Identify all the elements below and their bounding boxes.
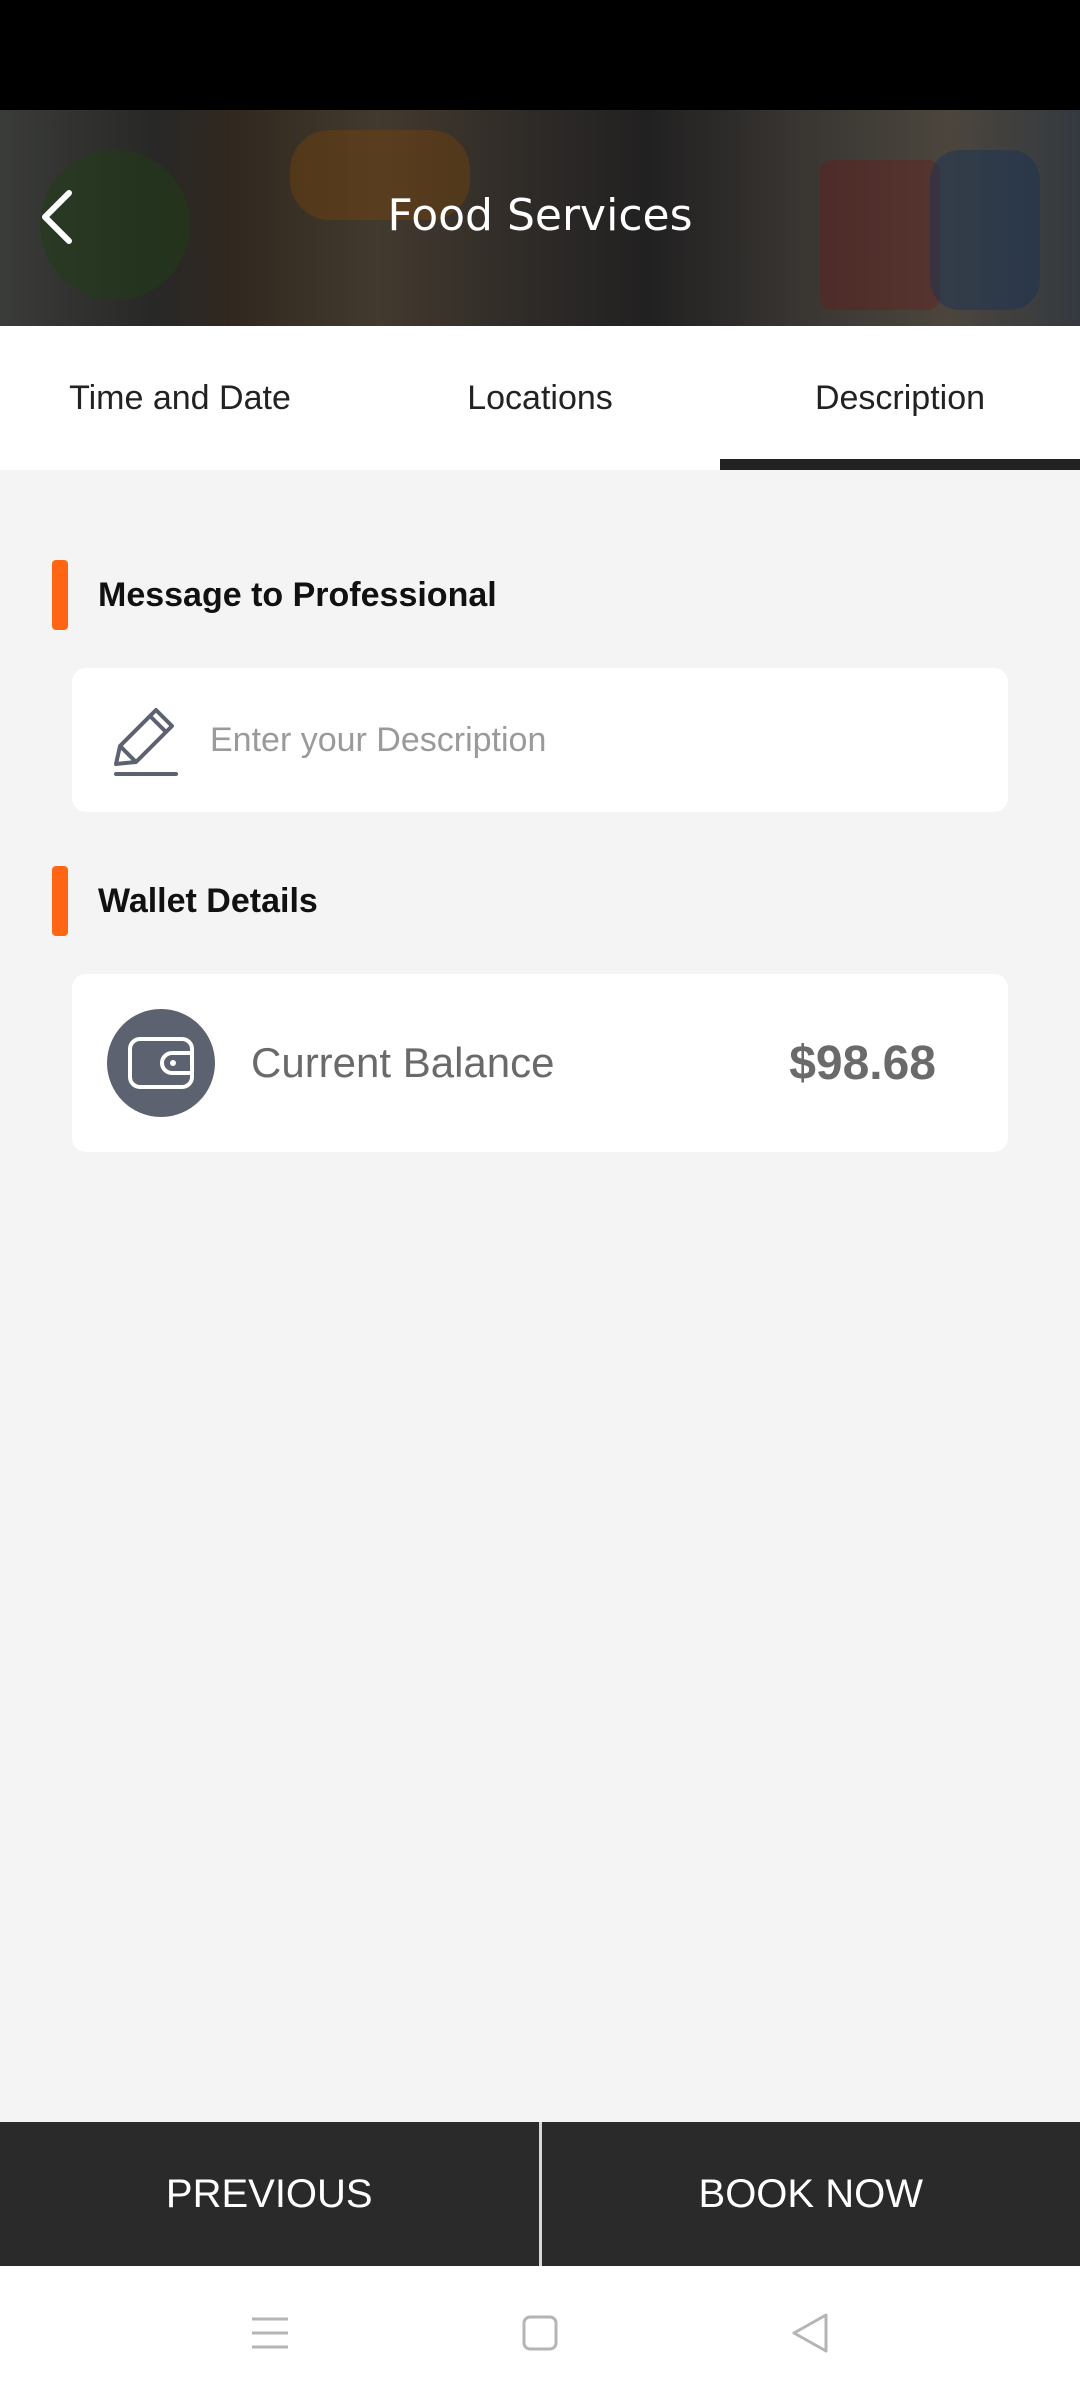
pencil-icon bbox=[114, 708, 178, 776]
wallet-section-header: Wallet Details bbox=[52, 866, 318, 936]
tab-locations[interactable]: Locations bbox=[360, 326, 720, 470]
wallet-icon bbox=[107, 1009, 215, 1117]
header-banner: Food Services bbox=[0, 110, 1080, 326]
tab-time-and-date[interactable]: Time and Date bbox=[0, 326, 360, 470]
balance-label: Current Balance bbox=[251, 1039, 555, 1086]
wallet-card: Current Balance $98.68 bbox=[72, 974, 1008, 1152]
previous-button[interactable]: PREVIOUS bbox=[0, 2122, 539, 2266]
message-section-header: Message to Professional bbox=[52, 560, 497, 630]
wallet-section-title: Wallet Details bbox=[98, 881, 318, 920]
book-now-button[interactable]: BOOK NOW bbox=[542, 2122, 1080, 2266]
balance-value: $98.68 bbox=[789, 1036, 936, 1090]
nav-back-button[interactable] bbox=[770, 2293, 850, 2373]
section-accent-bar bbox=[52, 866, 68, 936]
bottom-action-bar: PREVIOUS BOOK NOW bbox=[0, 2122, 1080, 2266]
back-triangle-icon bbox=[792, 2313, 828, 2353]
description-input[interactable] bbox=[210, 720, 970, 760]
tab-bar: Time and Date Locations Description bbox=[0, 326, 1080, 470]
nav-home-button[interactable] bbox=[500, 2293, 580, 2373]
description-card bbox=[72, 668, 1008, 812]
message-section-title: Message to Professional bbox=[98, 575, 497, 614]
menu-icon bbox=[252, 2317, 288, 2349]
page-title: Food Services bbox=[387, 190, 693, 241]
status-bar bbox=[0, 0, 1080, 110]
home-square-icon bbox=[522, 2315, 558, 2351]
tab-description[interactable]: Description bbox=[720, 326, 1080, 470]
section-accent-bar bbox=[52, 560, 68, 630]
nav-menu-button[interactable] bbox=[230, 2293, 310, 2373]
system-nav-bar bbox=[0, 2266, 1080, 2400]
